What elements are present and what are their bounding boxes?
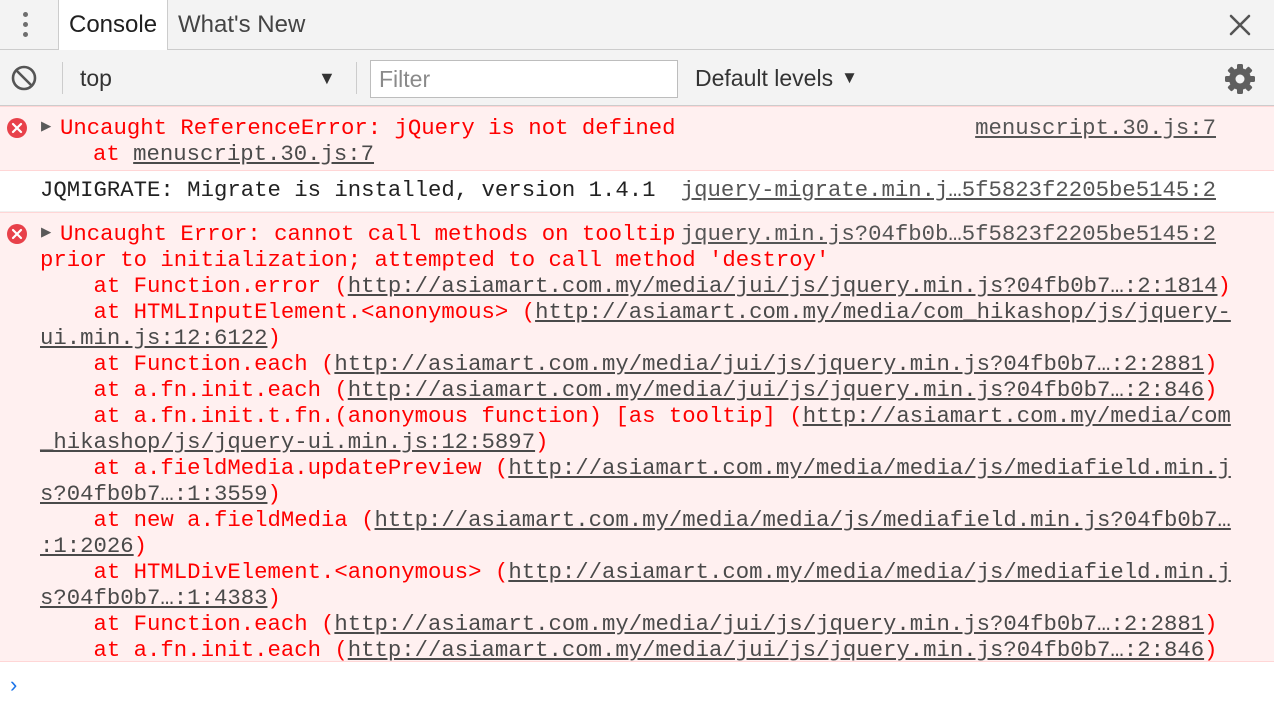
stack-frame: at HTMLInputElement.<anonymous> (http://… (40, 299, 1231, 325)
stack-frame: _hikashop/js/jquery-ui.min.js:12:5897) (40, 429, 548, 455)
stack-frame-link[interactable]: http://asiamart.com.my/media/com_hikasho… (535, 299, 1231, 325)
stack-frame-suffix: ) (1204, 611, 1218, 637)
stack-frame-suffix: ) (1204, 377, 1218, 403)
stack-frame-prefix: at HTMLInputElement.<anonymous> ( (40, 299, 536, 325)
toolbar-divider (356, 62, 357, 94)
context-selector-value: top (80, 65, 112, 91)
source-link[interactable]: jquery.min.js?04fb0b…5f5823f2205be5145:2 (681, 221, 1216, 247)
error-text: Uncaught ReferenceError: jQuery is not d… (60, 115, 676, 141)
devtools-tab-bar: Console What's New (0, 0, 1274, 50)
stack-frame-link[interactable]: _hikashop/js/jquery-ui.min.js:12:5897 (40, 429, 535, 455)
stack-frame-link[interactable]: http://asiamart.com.my/media/jui/js/jque… (348, 377, 1204, 403)
console-messages: ▶ Uncaught ReferenceError: jQuery is not… (0, 106, 1274, 663)
stack-frame-link[interactable]: :1:2026 (40, 533, 134, 559)
error-text: Uncaught Error: cannot call methods on t… (60, 221, 676, 247)
stack-frame: ui.min.js:12:6122) (40, 325, 281, 351)
clear-console-icon[interactable] (10, 64, 38, 92)
toolbar-divider (62, 62, 63, 94)
expand-triangle-icon[interactable]: ▶ (41, 222, 51, 243)
stack-frame-prefix: at HTMLDivElement.<anonymous> ( (40, 559, 509, 585)
stack-frame: at a.fn.init.each (http://asiamart.com.m… (40, 377, 1218, 403)
source-link[interactable]: jquery-migrate.min.j…5f5823f2205be5145:2 (681, 177, 1216, 203)
console-error-message: ▶ Uncaught Error: cannot call methods on… (0, 212, 1274, 663)
stack-frame-link[interactable]: http://asiamart.com.my/media/jui/js/jque… (348, 273, 1218, 299)
stack-frame-link[interactable]: s?04fb0b7…:1:4383 (40, 585, 267, 611)
stack-frame-link[interactable]: http://asiamart.com.my/media/media/js/me… (375, 507, 1231, 533)
stack-frame-link[interactable]: menuscript.30.js:7 (133, 141, 374, 167)
stack-frame: at Function.each (http://asiamart.com.my… (40, 611, 1218, 637)
stack-frame-prefix: at (93, 141, 134, 167)
tab-console[interactable]: Console (58, 0, 168, 50)
stack-frame: at menuscript.30.js:7 (93, 141, 374, 167)
stack-frame: at a.fieldMedia.updatePreview (http://as… (40, 455, 1231, 481)
chevron-down-icon: ▼ (841, 68, 858, 87)
stack-frame: at a.fn.init.t.fn.(anonymous function) [… (40, 403, 1231, 429)
filter-input[interactable] (370, 60, 678, 98)
stack-frame-link[interactable]: http://asiamart.com.my/media/jui/js/jque… (334, 351, 1204, 377)
stack-frame-prefix: at Function.each ( (40, 351, 335, 377)
stack-frame: at Function.error (http://asiamart.com.m… (40, 273, 1231, 299)
log-levels-label: Default levels (695, 65, 834, 91)
context-selector[interactable]: top ▼ (72, 60, 344, 96)
stack-frame-prefix: at a.fn.init.each ( (40, 637, 348, 663)
error-icon (7, 224, 27, 244)
stack-frame-prefix: at Function.each ( (40, 611, 335, 637)
error-text: prior to initialization; attempted to ca… (40, 247, 830, 273)
stack-frame: :1:2026) (40, 533, 147, 559)
stack-frame-prefix: at new a.fieldMedia ( (40, 507, 375, 533)
stack-frame: s?04fb0b7…:1:4383) (40, 585, 281, 611)
stack-frame: at Function.each (http://asiamart.com.my… (40, 351, 1218, 377)
stack-frame-prefix: at a.fn.init.t.fn.(anonymous function) [… (40, 403, 803, 429)
chevron-down-icon: ▼ (318, 68, 336, 88)
source-link[interactable]: menuscript.30.js:7 (975, 115, 1216, 141)
stack-frame-suffix: ) (1217, 273, 1231, 299)
stack-frame-suffix: ) (267, 585, 281, 611)
stack-frame-suffix: ) (133, 533, 148, 559)
tab-whats-new[interactable]: What's New (168, 0, 315, 50)
gear-icon[interactable] (1224, 63, 1256, 95)
stack-frame: at HTMLDivElement.<anonymous> (http://as… (40, 559, 1231, 585)
stack-frame-suffix: ) (535, 429, 549, 455)
stack-frame: s?04fb0b7…:1:3559) (40, 481, 281, 507)
stack-frame-link[interactable]: http://asiamart.com.my/media/com (803, 403, 1231, 429)
log-levels-dropdown[interactable]: Default levels ▼ (695, 60, 858, 96)
console-prompt[interactable]: › (10, 672, 17, 698)
stack-frame-link[interactable]: http://asiamart.com.my/media/media/js/me… (508, 559, 1231, 585)
kebab-menu-icon[interactable] (16, 9, 36, 41)
stack-frame-link[interactable]: http://asiamart.com.my/media/media/js/me… (508, 455, 1231, 481)
console-toolbar: top ▼ Default levels ▼ (0, 50, 1274, 106)
stack-frame-link[interactable]: s?04fb0b7…:1:3559 (40, 481, 267, 507)
stack-frame-suffix: ) (1204, 637, 1218, 663)
stack-frame: at new a.fieldMedia (http://asiamart.com… (40, 507, 1231, 533)
expand-triangle-icon[interactable]: ▶ (41, 116, 51, 137)
stack-frame-link[interactable]: http://asiamart.com.my/media/jui/js/jque… (334, 611, 1204, 637)
error-icon (7, 118, 27, 138)
close-icon[interactable] (1226, 11, 1254, 39)
stack-frame-suffix: ) (267, 325, 281, 351)
log-text: JQMIGRATE: Migrate is installed, version… (40, 177, 656, 203)
stack-frame-suffix: ) (267, 481, 281, 507)
stack-frame-link[interactable]: http://asiamart.com.my/media/jui/js/jque… (348, 637, 1204, 663)
stack-frame-prefix: at a.fieldMedia.updatePreview ( (40, 455, 509, 481)
console-log-message: JQMIGRATE: Migrate is installed, version… (0, 171, 1274, 212)
stack-frame-prefix: at Function.error ( (40, 273, 348, 299)
console-error-message: ▶ Uncaught ReferenceError: jQuery is not… (0, 106, 1274, 171)
stack-frame-prefix: at a.fn.init.each ( (40, 377, 348, 403)
stack-frame-suffix: ) (1204, 351, 1218, 377)
stack-frame-link[interactable]: ui.min.js:12:6122 (40, 325, 267, 351)
stack-frame: at a.fn.init.each (http://asiamart.com.m… (40, 637, 1218, 663)
